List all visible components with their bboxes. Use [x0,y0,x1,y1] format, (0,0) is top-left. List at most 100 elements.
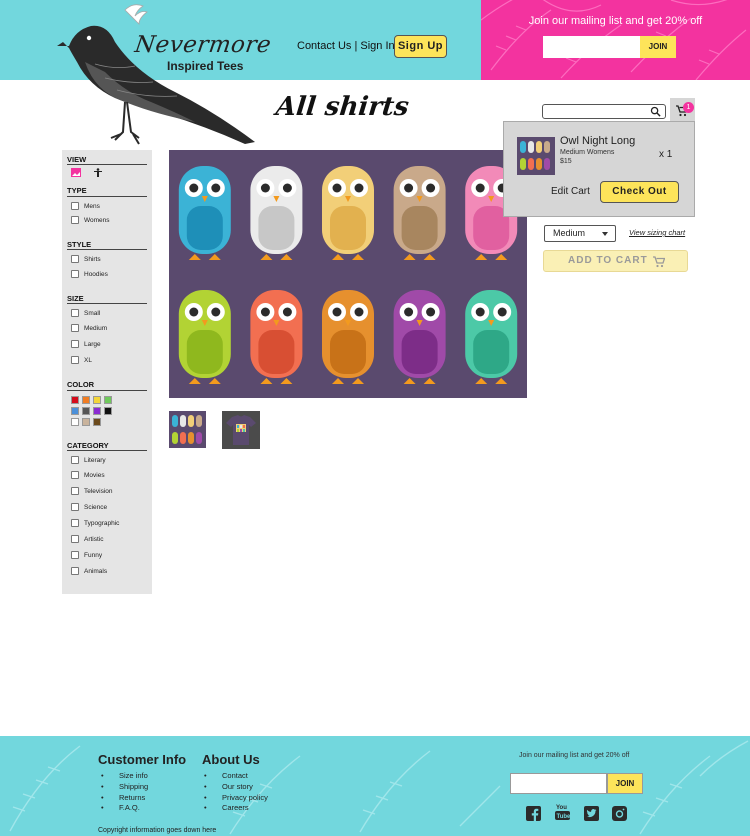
about-us-list: Contact Our story Privacy policy Careers [204,771,268,814]
cart-item-price: $15 [560,158,572,165]
link-separator: | [354,40,358,52]
svg-text:You: You [556,805,567,811]
sizing-chart-link[interactable]: View sizing chart [629,228,685,237]
filter-type-womens[interactable]: Womens [71,216,110,224]
checkbox[interactable] [71,270,79,278]
color-swatch[interactable] [82,418,90,426]
checkbox[interactable] [71,309,79,317]
mailing-email-input[interactable] [543,36,641,58]
footer-link-careers[interactable]: Careers [204,803,268,814]
checkbox[interactable] [71,255,79,263]
color-swatch[interactable] [71,407,79,415]
owl [250,290,303,384]
footer-mailing-text: Join our mailing list and get 20% off [519,752,630,759]
owl [178,290,231,384]
add-to-cart-button[interactable]: ADD TO CART [543,250,688,272]
twitter-icon[interactable] [584,806,599,821]
contact-us-link[interactable]: Contact Us [297,40,351,52]
footer-link-faq[interactable]: F.A.Q. [101,803,148,814]
checkbox[interactable] [71,471,79,479]
product-thumbnail-artwork[interactable] [169,411,206,448]
facebook-icon[interactable] [526,806,541,821]
filter-label: Literary [84,456,106,464]
owl [322,290,374,384]
color-swatch[interactable] [82,407,90,415]
divider [67,303,147,304]
sign-in-link[interactable]: Sign In [360,40,394,52]
filter-label: Animals [84,567,108,575]
search-input[interactable] [542,104,666,119]
footer-join-button[interactable]: JOIN [607,773,643,794]
owl [465,290,518,384]
chevron-down-icon [602,232,608,236]
size-select[interactable]: Medium [544,225,616,242]
checkbox[interactable] [71,216,79,224]
filter-style-shirts[interactable]: Shirts [71,255,101,263]
raven-logo [57,4,255,145]
cart-item-name[interactable]: Owl Night Long [560,135,635,147]
checkbox[interactable] [71,356,79,364]
checkbox[interactable] [71,324,79,332]
filter-size-small[interactable]: Small [71,309,100,317]
footer-link-privacy[interactable]: Privacy policy [204,793,268,804]
cart-dropdown: Owl Night Long Medium Womens $15 x 1 Edi… [503,121,695,217]
filter-category-animals[interactable]: Animals [71,567,107,575]
footer-link-returns[interactable]: Returns [101,793,148,804]
color-swatch[interactable] [71,396,79,404]
about-us-heading: About Us [202,752,260,767]
filter-category-television[interactable]: Television [71,487,113,495]
filter-size-medium[interactable]: Medium [71,324,107,332]
filter-size-large[interactable]: Large [71,340,101,348]
color-swatch[interactable] [104,396,112,404]
color-swatch[interactable] [82,396,90,404]
checkbox[interactable] [71,202,79,210]
checkbox[interactable] [71,456,79,464]
customer-info-list: Size info Shipping Returns F.A.Q. [101,771,148,814]
search-icon[interactable] [650,106,661,117]
footer-link-shipping[interactable]: Shipping [101,782,148,793]
checkbox[interactable] [71,551,79,559]
color-swatch[interactable] [71,418,79,426]
color-swatch[interactable] [93,396,101,404]
filter-label: Typographic [84,519,120,527]
color-swatch[interactable] [104,407,112,415]
divider [67,249,147,250]
product-image[interactable] [169,150,527,398]
checkbox[interactable] [71,487,79,495]
owl [250,166,303,260]
checkbox[interactable] [71,340,79,348]
filter-category-funny[interactable]: Funny [71,551,102,559]
checkbox[interactable] [71,503,79,511]
filter-category-literary[interactable]: Literary [71,456,106,464]
checkbox[interactable] [71,567,79,575]
filter-category-movies[interactable]: Movies [71,471,105,479]
owl-artwork [178,166,518,384]
footer-link-size-info[interactable]: Size info [101,771,148,782]
sign-up-button[interactable]: Sign Up [394,35,447,58]
filter-category-typographic[interactable]: Typographic [71,519,119,527]
filter-category-artistic[interactable]: Artistic [71,535,104,543]
footer-email-input[interactable] [510,773,607,794]
color-swatch[interactable] [93,407,101,415]
footer-link-contact[interactable]: Contact [204,771,268,782]
product-thumbnail-shirt[interactable] [222,411,260,449]
instagram-icon[interactable] [612,806,627,821]
style-heading: STYLE [67,240,92,249]
filter-style-hoodies[interactable]: Hoodies [71,270,108,278]
edit-cart-link[interactable]: Edit Cart [551,186,590,197]
filter-type-mens[interactable]: Mens [71,202,100,210]
youtube-icon[interactable]: You Tube [555,803,570,821]
join-button[interactable]: JOIN [640,36,676,58]
footer-link-our-story[interactable]: Our story [204,782,268,793]
filter-category-science[interactable]: Science [71,503,107,511]
checkbox[interactable] [71,535,79,543]
color-swatch[interactable] [93,418,101,426]
checkout-button[interactable]: Check Out [600,181,679,203]
owl [322,166,374,260]
filter-size-xl[interactable]: XL [71,356,92,364]
cart-count-badge: 1 [683,102,694,113]
checkbox[interactable] [71,519,79,527]
filter-label: Mens [84,202,100,210]
cart-item-thumbnail[interactable] [517,137,555,175]
logo-title[interactable]: Nevermore [133,32,273,58]
